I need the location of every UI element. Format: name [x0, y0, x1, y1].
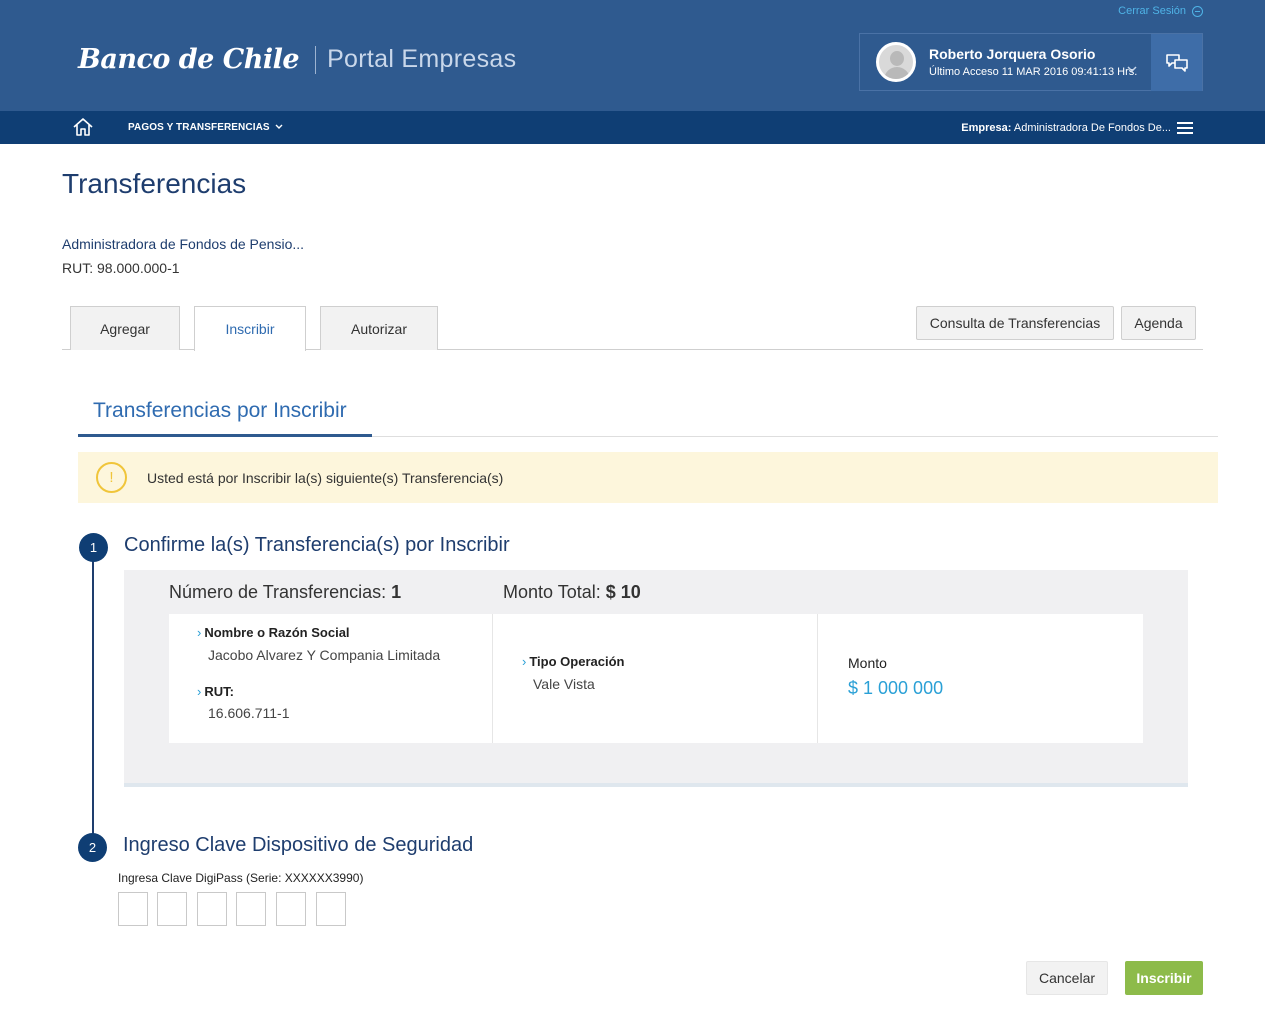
- chevron-down-icon[interactable]: [1127, 62, 1137, 76]
- tab-autorizar[interactable]: Autorizar: [320, 306, 438, 350]
- home-icon[interactable]: [72, 117, 94, 142]
- client-rut: RUT: 98.000.000-1: [62, 260, 180, 276]
- nav-menu-label[interactable]: PAGOS Y TRANSFERENCIAS: [128, 122, 270, 133]
- menu-icon[interactable]: [1177, 122, 1193, 134]
- section-title: Transferencias por Inscribir: [93, 399, 347, 422]
- monto-label: Monto: [848, 655, 887, 671]
- rut-value: 16.606.711-1: [208, 705, 290, 721]
- step-1-badge: 1: [79, 533, 108, 562]
- client-company-name: Administradora de Fondos de Pensio...: [62, 236, 305, 252]
- chat-button[interactable]: [1151, 34, 1202, 91]
- card-divider: [817, 614, 818, 743]
- steps-connector: [92, 548, 94, 848]
- brand-divider: [315, 45, 317, 74]
- cancel-button[interactable]: Cancelar: [1026, 961, 1108, 995]
- transfer-count: Número de Transferencias: 1: [169, 582, 401, 603]
- portal-name: Portal Empresas: [327, 45, 517, 73]
- total-amount: Monto Total: $ 10: [503, 582, 641, 603]
- brand: Banco de Chile Portal Empresas: [78, 44, 516, 75]
- card-divider: [492, 614, 493, 743]
- rut-label: › RUT:: [197, 684, 234, 699]
- alert-message: Usted está por Inscribir la(s) siguiente…: [147, 470, 504, 486]
- chevron-down-icon: [275, 124, 283, 130]
- chevron-right-icon: ›: [197, 625, 202, 640]
- digipass-digit-1[interactable]: [118, 892, 148, 926]
- summary-footer-line: [124, 783, 1188, 787]
- digipass-digit-6[interactable]: [316, 892, 346, 926]
- last-access: Último Acceso 11 MAR 2016 09:41:13 Hrs.: [929, 66, 1138, 78]
- page-title: Transferencias: [62, 168, 247, 199]
- avatar: [876, 42, 916, 82]
- section-underline: [78, 434, 372, 437]
- tab-agregar[interactable]: Agregar: [70, 306, 180, 350]
- chevron-right-icon: ›: [522, 654, 527, 669]
- nombre-value: Jacobo Alvarez Y Compania Limitada: [208, 647, 441, 663]
- user-panel[interactable]: Roberto Jorquera Osorio Último Acceso 11…: [859, 33, 1203, 91]
- transfer-count-label: Número de Transferencias:: [169, 582, 387, 602]
- logout-link[interactable]: Cerrar Sesión: [1118, 5, 1203, 17]
- agenda-button[interactable]: Agenda: [1121, 306, 1196, 340]
- digipass-digit-5[interactable]: [276, 892, 306, 926]
- tipo-operacion-label: › Tipo Operación: [522, 654, 625, 669]
- tab-inscribir[interactable]: Inscribir: [194, 306, 306, 351]
- warning-icon: !: [96, 462, 127, 493]
- bank-logo: Banco de Chile: [78, 44, 300, 75]
- company-prefix: Empresa:: [961, 122, 1012, 134]
- tipo-operacion-value: Vale Vista: [533, 676, 595, 692]
- warning-alert: ! Usted está por Inscribir la(s) siguien…: [78, 452, 1218, 503]
- user-name: Roberto Jorquera Osorio: [929, 46, 1096, 62]
- monto-value: $ 1 000 000: [848, 678, 944, 698]
- step-2-badge: 2: [78, 833, 107, 862]
- inscribir-button[interactable]: Inscribir: [1125, 961, 1203, 995]
- chevron-right-icon: ›: [197, 684, 202, 699]
- consulta-transferencias-button[interactable]: Consulta de Transferencias: [916, 306, 1114, 340]
- transfer-count-value: 1: [391, 582, 402, 602]
- digipass-digit-4[interactable]: [236, 892, 266, 926]
- total-amount-label: Monto Total:: [503, 582, 601, 602]
- digipass-digit-2[interactable]: [157, 892, 187, 926]
- total-amount-value: $ 10: [605, 582, 641, 602]
- app-header: Cerrar Sesión Banco de Chile Portal Empr…: [0, 0, 1265, 111]
- company-selector[interactable]: Empresa: Administradora De Fondos De...: [961, 122, 1171, 134]
- chat-icon: [1165, 53, 1188, 72]
- digipass-digit-3[interactable]: [197, 892, 227, 926]
- step-1-title: Confirme la(s) Transferencia(s) por Insc…: [124, 534, 510, 556]
- logout-label[interactable]: Cerrar Sesión: [1118, 5, 1186, 17]
- company-name[interactable]: Administradora De Fondos De...: [1014, 122, 1171, 134]
- nav-pagos-transferencias[interactable]: PAGOS Y TRANSFERENCIAS: [128, 122, 283, 133]
- nombre-label: › Nombre o Razón Social: [197, 625, 350, 640]
- logout-icon[interactable]: [1192, 5, 1203, 17]
- digipass-label: Ingresa Clave DigiPass (Serie: XXXXXX399…: [118, 871, 364, 885]
- main-navbar: PAGOS Y TRANSFERENCIAS Empresa: Administ…: [0, 111, 1265, 144]
- step-2-title: Ingreso Clave Dispositivo de Seguridad: [123, 834, 474, 856]
